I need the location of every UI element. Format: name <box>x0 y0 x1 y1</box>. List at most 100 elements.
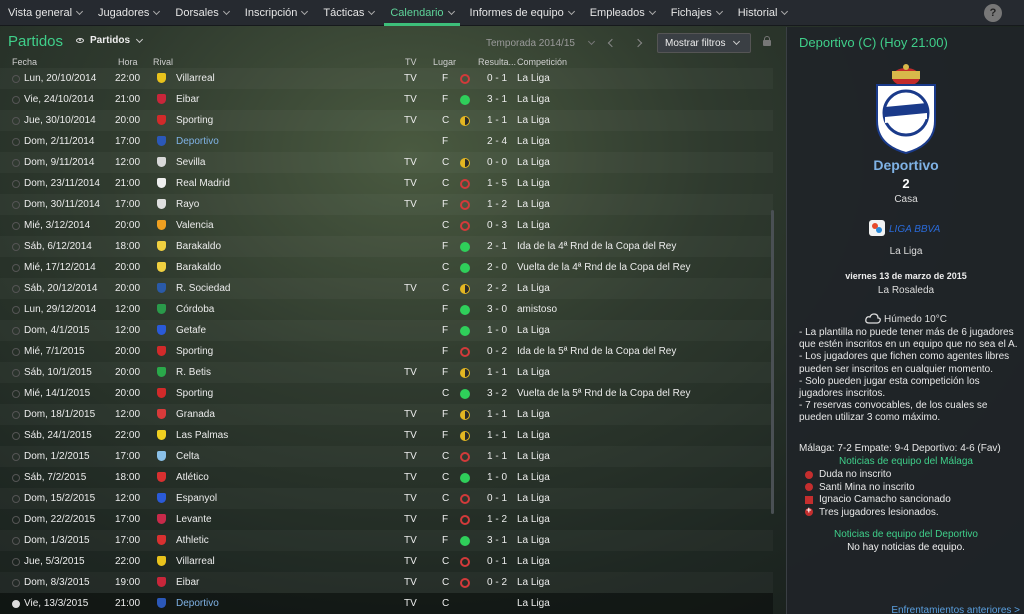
nav-item-informes-de-equipo[interactable]: Informes de equipo <box>462 0 582 26</box>
help-button[interactable]: ? <box>984 4 1002 22</box>
col-tv[interactable]: TV <box>405 57 417 67</box>
score[interactable]: 2 - 2 <box>487 283 507 294</box>
rival-name[interactable]: Sporting <box>176 346 213 357</box>
row-select-radio[interactable] <box>12 117 20 125</box>
team-news-item[interactable]: Ignacio Camacho sancionado <box>805 494 951 505</box>
show-filters-button[interactable]: Mostrar filtros <box>657 33 751 53</box>
rival-name[interactable]: Eibar <box>176 94 199 105</box>
table-row[interactable]: Sáb, 7/2/2015 18:00 Atlético TV C 1 - 0 La Lig… <box>0 467 773 488</box>
table-row[interactable]: Dom, 2/11/2014 17:00 Deportivo F 2 - 4 La Lig… <box>0 131 773 152</box>
rival-name[interactable]: Barakaldo <box>176 262 221 273</box>
rival-name[interactable]: Córdoba <box>176 304 214 315</box>
col-time[interactable]: Hora <box>118 57 138 67</box>
table-row[interactable]: Vie, 13/3/2015 21:00 Deportivo TV C La Liga <box>0 593 773 614</box>
view-dropdown[interactable]: Partidos <box>76 35 144 46</box>
score[interactable]: 3 - 1 <box>487 94 507 105</box>
row-select-radio[interactable] <box>12 432 20 440</box>
nav-item-fichajes[interactable]: Fichajes <box>663 0 730 26</box>
table-row[interactable]: Mié, 17/12/2014 20:00 Barakaldo C 2 - 0 Vuelt… <box>0 257 773 278</box>
rival-name[interactable]: Levante <box>176 514 212 525</box>
col-result[interactable]: Resulta... <box>478 57 516 67</box>
table-row[interactable]: Mié, 14/1/2015 20:00 Sporting C 3 - 2 Vuelta … <box>0 383 773 404</box>
rival-name[interactable]: Sporting <box>176 388 213 399</box>
score[interactable]: 1 - 1 <box>487 430 507 441</box>
row-select-radio[interactable] <box>12 390 20 398</box>
rival-name[interactable]: Deportivo <box>176 598 219 609</box>
table-row[interactable]: Jue, 30/10/2014 20:00 Sporting TV C 1 - 1 La L… <box>0 110 773 131</box>
table-row[interactable]: Dom, 4/1/2015 12:00 Getafe F 1 - 0 La Liga <box>0 320 773 341</box>
team-news-item[interactable]: Santi Mina no inscrito <box>805 482 915 493</box>
col-venue[interactable]: Lugar <box>433 57 456 67</box>
row-select-radio[interactable] <box>12 495 20 503</box>
row-select-radio[interactable] <box>12 306 20 314</box>
table-row[interactable]: Dom, 22/2/2015 17:00 Levante TV F 1 - 2 La Lig… <box>0 509 773 530</box>
rival-name[interactable]: Getafe <box>176 325 206 336</box>
row-select-radio[interactable] <box>12 327 20 335</box>
table-row[interactable]: Dom, 1/2/2015 17:00 Celta TV C 1 - 1 La Liga <box>0 446 773 467</box>
table-row[interactable]: Dom, 18/1/2015 12:00 Granada TV F 1 - 1 La Lig… <box>0 404 773 425</box>
rival-name[interactable]: Atlético <box>176 472 209 483</box>
rival-name[interactable]: Athletic <box>176 535 209 546</box>
score[interactable]: 1 - 2 <box>487 199 507 210</box>
row-select-radio[interactable] <box>12 201 20 209</box>
score[interactable]: 1 - 5 <box>487 178 507 189</box>
rival-name[interactable]: Barakaldo <box>176 241 221 252</box>
col-competition[interactable]: Competición <box>517 57 567 67</box>
row-select-radio[interactable] <box>12 411 20 419</box>
score[interactable]: 3 - 0 <box>487 304 507 315</box>
score[interactable]: 3 - 1 <box>487 535 507 546</box>
row-select-radio[interactable] <box>12 516 20 524</box>
nav-item-dorsales[interactable]: Dorsales <box>167 0 236 26</box>
table-row[interactable]: Dom, 9/11/2014 12:00 Sevilla TV C 0 - 0 La Lig… <box>0 152 773 173</box>
score[interactable]: 2 - 0 <box>487 262 507 273</box>
row-select-radio[interactable] <box>12 222 20 230</box>
row-select-radio[interactable] <box>12 75 20 83</box>
table-row[interactable]: Dom, 8/3/2015 19:00 Eibar TV C 0 - 2 La Liga <box>0 572 773 593</box>
rival-name[interactable]: Espanyol <box>176 493 217 504</box>
table-row[interactable]: Dom, 30/11/2014 17:00 Rayo TV F 1 - 2 La Liga <box>0 194 773 215</box>
score[interactable]: 0 - 3 <box>487 220 507 231</box>
row-select-radio[interactable] <box>12 96 20 104</box>
score[interactable]: 1 - 1 <box>487 451 507 462</box>
table-row[interactable]: Sáb, 10/1/2015 20:00 R. Betis TV F 1 - 1 La Li… <box>0 362 773 383</box>
row-select-radio[interactable] <box>12 285 20 293</box>
nav-item-vista-general[interactable]: Vista general <box>0 0 90 26</box>
score[interactable]: 1 - 1 <box>487 409 507 420</box>
nav-item-inscripción[interactable]: Inscripción <box>237 0 316 26</box>
season-selector[interactable]: Temporada 2014/15 <box>480 33 600 53</box>
score[interactable]: 1 - 2 <box>487 514 507 525</box>
nav-item-empleados[interactable]: Empleados <box>582 0 663 26</box>
row-select-radio[interactable] <box>12 558 20 566</box>
col-date[interactable]: Fecha <box>12 57 37 67</box>
lock-icon[interactable] <box>763 36 771 46</box>
rival-name[interactable]: Sevilla <box>176 157 205 168</box>
score[interactable]: 1 - 1 <box>487 115 507 126</box>
rival-name[interactable]: Las Palmas <box>176 430 228 441</box>
table-row[interactable]: Vie, 24/10/2014 21:00 Eibar TV F 3 - 1 La Liga <box>0 89 773 110</box>
row-select-radio[interactable] <box>12 579 20 587</box>
table-row[interactable]: Lun, 20/10/2014 22:00 Villarreal TV F 0 - 1 La… <box>0 68 773 89</box>
rival-name[interactable]: Granada <box>176 409 215 420</box>
previous-button[interactable] <box>604 35 620 51</box>
next-button[interactable] <box>630 35 646 51</box>
nav-item-tácticas[interactable]: Tácticas <box>315 0 382 26</box>
table-row[interactable]: Mié, 3/12/2014 20:00 Valencia C 0 - 3 La Liga <box>0 215 773 236</box>
row-select-radio[interactable] <box>12 369 20 377</box>
row-select-radio[interactable] <box>12 138 20 146</box>
table-row[interactable]: Sáb, 20/12/2014 20:00 R. Sociedad TV C 2 - 2 L… <box>0 278 773 299</box>
score[interactable]: 1 - 0 <box>487 472 507 483</box>
table-row[interactable]: Dom, 15/2/2015 12:00 Espanyol TV C 0 - 1 La Li… <box>0 488 773 509</box>
rival-name[interactable]: R. Betis <box>176 367 211 378</box>
row-select-radio[interactable] <box>12 348 20 356</box>
row-select-radio[interactable] <box>12 159 20 167</box>
table-row[interactable]: Dom, 1/3/2015 17:00 Athletic TV F 3 - 1 La Lig… <box>0 530 773 551</box>
rival-name[interactable]: Sporting <box>176 115 213 126</box>
table-row[interactable]: Mié, 7/1/2015 20:00 Sporting F 0 - 2 Ida de l… <box>0 341 773 362</box>
row-select-radio[interactable] <box>12 180 20 188</box>
nav-item-historial[interactable]: Historial <box>730 0 796 26</box>
rival-name[interactable]: Eibar <box>176 577 199 588</box>
col-rival[interactable]: Rival <box>153 57 173 67</box>
club-name[interactable]: Deportivo <box>787 157 1024 173</box>
score[interactable]: 0 - 1 <box>487 493 507 504</box>
rival-name[interactable]: Real Madrid <box>176 178 230 189</box>
